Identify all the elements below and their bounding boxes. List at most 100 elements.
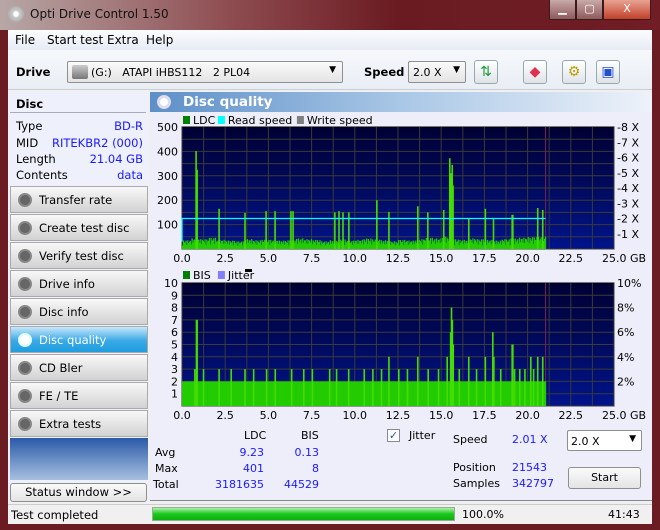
nav-transfer-rate[interactable]: Transfer rate xyxy=(10,186,148,213)
spike-bar xyxy=(467,356,470,406)
x-tick-label: 0.0 xyxy=(173,409,191,422)
x-tick-label: 15.0 xyxy=(429,252,454,265)
jitter-checkbox[interactable]: ✓ xyxy=(387,429,400,442)
spike-bar xyxy=(388,356,390,406)
y2-tick-label: -8 X xyxy=(617,121,639,134)
y2-tick-label: -7 X xyxy=(617,136,639,149)
y2-tick-label: -4 X xyxy=(617,182,639,195)
test-speed-select[interactable]: 2.0 X ▼ xyxy=(567,430,642,451)
x-tick-label: 25.0 GB xyxy=(602,252,646,265)
spike-bar xyxy=(484,208,487,249)
nav-drive-info[interactable]: Drive info xyxy=(10,270,148,297)
spike-bar xyxy=(292,211,294,249)
drive-value: (G:) ATAPI iHBS112 2 PL04 xyxy=(91,66,251,79)
speed-value: 2.01 X xyxy=(512,433,548,446)
x-tick-label: 5.0 xyxy=(260,252,278,265)
nav-verify-test-disc[interactable]: Verify test disc xyxy=(10,242,148,269)
nav-disc-quality[interactable]: Disc quality xyxy=(10,326,148,353)
spike-bar xyxy=(492,218,495,249)
speed-label: Speed xyxy=(453,433,488,446)
nav-extra-tests[interactable]: Extra tests xyxy=(10,410,148,437)
position-value: 21543 xyxy=(512,461,547,474)
spike-bar xyxy=(475,369,478,406)
speed-label: Speed xyxy=(364,65,405,79)
y2-tick-label: -6 X xyxy=(617,152,639,165)
drive-select[interactable]: (G:) ATAPI iHBS112 2 PL04 ▼ xyxy=(67,61,343,83)
y-tick-label: 8 xyxy=(171,302,178,315)
nav-label: Create test disc xyxy=(39,221,130,235)
y2-tick-label: 6% xyxy=(617,326,634,339)
x-tick-label: 20.0 xyxy=(515,252,540,265)
y2-tick-label: 10% xyxy=(617,277,641,290)
spike-bar xyxy=(218,208,220,249)
maximize-button[interactable]: ▢ xyxy=(576,0,603,20)
y-tick-label: 400 xyxy=(157,145,178,158)
spike-bar xyxy=(230,369,232,406)
settings-icon[interactable]: ⚙ xyxy=(562,60,586,84)
status-window-button[interactable]: Status window >> xyxy=(10,483,147,502)
spike-bar xyxy=(458,369,461,406)
legend-swatch xyxy=(217,271,225,279)
nav-cd-bler[interactable]: CD Bler xyxy=(10,354,148,381)
spike-bar xyxy=(541,209,544,249)
progress-text: 100.0% xyxy=(462,508,504,521)
spike-bar xyxy=(372,369,374,406)
chevron-down-icon: ▼ xyxy=(629,434,636,444)
y-tick-label: 6 xyxy=(171,326,178,339)
menu-extra[interactable]: Extra xyxy=(107,33,139,47)
disc-icon xyxy=(18,221,32,235)
x-tick-label: 17.5 xyxy=(472,409,497,422)
x-tick-label: 7.5 xyxy=(303,409,321,422)
disc-icon xyxy=(18,193,32,207)
legend-swatch xyxy=(183,116,190,124)
nav-fe-te[interactable]: FE / TE xyxy=(10,382,148,409)
refresh-icon[interactable]: ⇅ xyxy=(474,60,498,84)
y-tick-label: 4 xyxy=(171,351,178,364)
minimize-button[interactable]: ▁ xyxy=(549,0,576,20)
jitter-label: Jitter xyxy=(409,429,436,442)
speed-select[interactable]: 2.0 X ▼ xyxy=(408,61,466,83)
spike-bar xyxy=(452,344,455,406)
divider xyxy=(150,500,652,501)
y-tick-label: 5 xyxy=(171,339,178,352)
disc-icon xyxy=(18,333,32,347)
type-label: Type xyxy=(16,119,43,133)
y-tick-label: 2 xyxy=(171,375,178,388)
spike-bar xyxy=(376,200,378,249)
menu-file[interactable]: File xyxy=(15,33,35,47)
spike-bar xyxy=(484,356,487,406)
nav-label: Extra tests xyxy=(39,417,102,431)
menu-start-test[interactable]: Start test xyxy=(47,33,103,47)
spike-bar xyxy=(437,369,440,406)
x-tick-label: 15.0 xyxy=(429,409,454,422)
legend-read-speed: Read speed xyxy=(228,114,292,127)
spike-bar xyxy=(524,369,526,406)
spike-bar xyxy=(398,369,400,406)
spike-bar xyxy=(493,356,495,406)
nav-create-test-disc[interactable]: Create test disc xyxy=(10,214,148,241)
spike-bar xyxy=(442,209,445,249)
spike-bar xyxy=(512,214,514,249)
spike-bar xyxy=(427,369,429,406)
spike-bar xyxy=(302,369,305,406)
test-speed-value: 2.0 X xyxy=(571,435,600,448)
x-tick-label: 7.5 xyxy=(303,252,321,265)
total-ldc: 3181635 xyxy=(215,478,264,491)
menu-help[interactable]: Help xyxy=(146,33,173,47)
x-tick-label: 2.5 xyxy=(216,252,234,265)
nav-disc-info[interactable]: Disc info xyxy=(10,298,148,325)
eraser-icon[interactable]: ◆ xyxy=(523,60,547,84)
start-button[interactable]: Start xyxy=(568,467,641,489)
x-tick-label: 20.0 xyxy=(515,409,540,422)
spike-bar xyxy=(380,369,383,406)
chevron-down-icon: ▼ xyxy=(453,65,460,75)
spike-bar xyxy=(347,369,350,406)
save-icon[interactable]: ▣ xyxy=(596,60,620,84)
contents-value: data xyxy=(117,168,143,182)
disc-icon xyxy=(18,305,32,319)
x-tick-label: 2.5 xyxy=(216,409,234,422)
close-button[interactable]: X xyxy=(603,0,651,20)
avg-ldc: 9.23 xyxy=(239,446,265,459)
x-tick-label: 25.0 GB xyxy=(602,409,646,422)
total-label: Total xyxy=(153,478,179,491)
